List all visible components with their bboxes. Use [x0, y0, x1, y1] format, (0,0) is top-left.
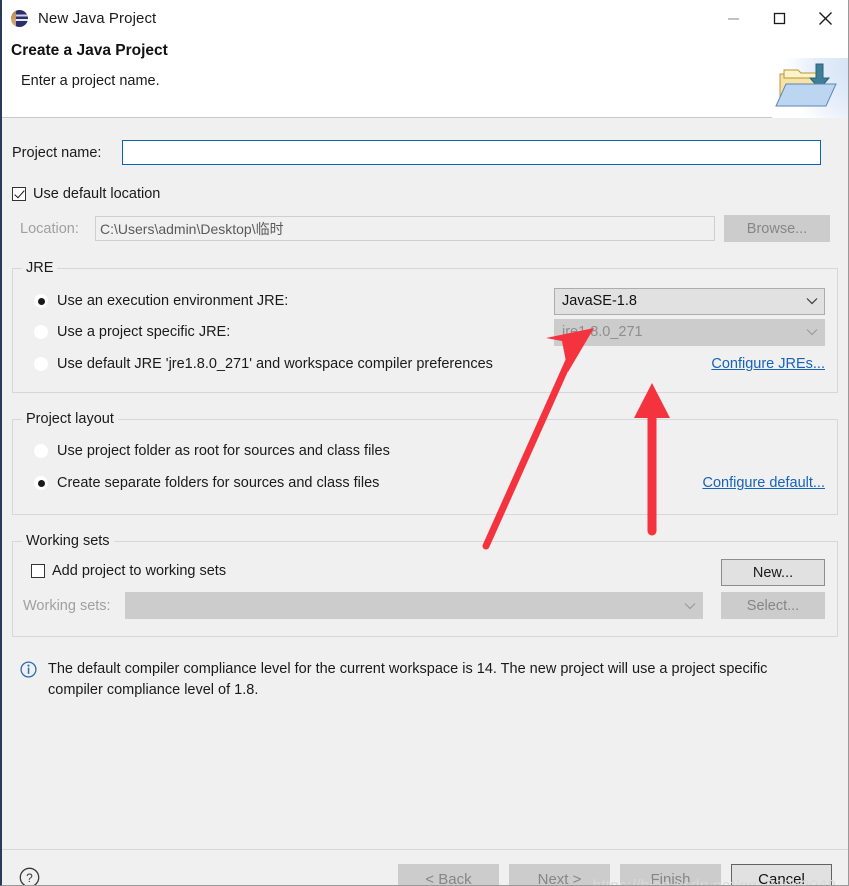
page-title: Create a Java Project: [11, 42, 168, 59]
eclipse-logo-icon: [11, 9, 28, 27]
jre-option-specific-radio[interactable]: [34, 325, 48, 339]
browse-button: Browse...: [724, 215, 830, 242]
working-sets-group-title: Working sets: [22, 533, 114, 549]
new-java-project-dialog: New Java Project Create a Java Project E…: [0, 0, 849, 886]
execution-environment-combo[interactable]: JavaSE-1.8: [554, 287, 825, 315]
layout-option-separate-radio[interactable]: [34, 476, 48, 490]
page-subtitle: Enter a project name.: [21, 73, 160, 89]
window-title: New Java Project: [38, 9, 157, 27]
working-sets-combo: [125, 592, 703, 619]
folder-import-icon: [772, 58, 848, 118]
location-label: Location:: [20, 220, 79, 237]
add-to-working-sets-row[interactable]: Add project to working sets New...: [13, 559, 837, 586]
layout-option-root-row[interactable]: Use project folder as root for sources a…: [13, 443, 837, 459]
layout-option-separate-row[interactable]: Create separate folders for sources and …: [13, 475, 837, 491]
use-default-location-checkbox[interactable]: [12, 187, 26, 201]
working-sets-label: Working sets:: [23, 597, 111, 614]
project-name-row: Project name:: [12, 140, 838, 165]
info-message-text: The default compiler compliance level fo…: [48, 661, 768, 698]
location-row: Location: Browse...: [12, 215, 838, 242]
jre-option-default-label: Use default JRE 'jre1.8.0_271' and works…: [57, 356, 493, 372]
title-bar: New Java Project: [2, 0, 848, 36]
specific-jre-value: jre1.8.0_271: [562, 324, 643, 340]
jre-option-execution-env-radio[interactable]: [34, 294, 48, 308]
minimize-icon[interactable]: [710, 0, 756, 36]
jre-option-default-row[interactable]: Use default JRE 'jre1.8.0_271' and works…: [13, 356, 837, 372]
info-icon: [20, 661, 37, 701]
add-to-working-sets-checkbox[interactable]: [31, 564, 45, 578]
jre-option-default-radio[interactable]: [34, 357, 48, 371]
back-button: < Back: [398, 864, 499, 885]
dialog-body: Project name: Use default location Locat…: [2, 140, 848, 849]
close-icon[interactable]: [802, 0, 848, 36]
maximize-icon[interactable]: [756, 0, 802, 36]
info-message: The default compiler compliance level fo…: [12, 659, 838, 701]
cancel-button[interactable]: Cancel: [731, 864, 832, 885]
jre-group: JRE Use an execution environment JRE: Ja…: [12, 260, 838, 393]
project-name-label: Project name:: [12, 144, 102, 161]
project-name-input[interactable]: [122, 140, 821, 165]
next-button: Next >: [509, 864, 610, 885]
footer-buttons: < Back Next > Finish Cancel: [398, 864, 832, 885]
working-sets-row: Working sets: Select...: [13, 592, 837, 619]
finish-button: Finish: [620, 864, 721, 885]
configure-jres-link[interactable]: Configure JREs...: [711, 356, 825, 372]
project-layout-group: Project layout Use project folder as roo…: [12, 411, 838, 515]
layout-option-root-label: Use project folder as root for sources a…: [57, 443, 390, 459]
jre-option-execution-env-label: Use an execution environment JRE:: [57, 293, 289, 309]
jre-option-specific-row[interactable]: Use a project specific JRE: jre1.8.0_271: [13, 318, 837, 346]
project-layout-group-title: Project layout: [22, 411, 118, 427]
location-input[interactable]: [95, 216, 715, 241]
working-sets-group: Working sets Add project to working sets…: [12, 533, 838, 637]
layout-option-separate-label: Create separate folders for sources and …: [57, 475, 380, 491]
dialog-footer: ? < Back Next > Finish Cancel https://bl…: [2, 849, 848, 885]
dialog-banner: Create a Java Project Enter a project na…: [2, 36, 848, 118]
window-controls: [710, 0, 848, 36]
specific-jre-combo: jre1.8.0_271: [554, 318, 825, 346]
layout-option-root-radio[interactable]: [34, 444, 48, 458]
help-icon[interactable]: ?: [19, 867, 40, 885]
use-default-location-row[interactable]: Use default location: [12, 186, 838, 202]
svg-text:?: ?: [26, 871, 33, 885]
jre-option-specific-label: Use a project specific JRE:: [57, 324, 231, 340]
use-default-location-label: Use default location: [33, 186, 161, 202]
chevron-down-icon: [684, 598, 696, 614]
chevron-down-icon: [806, 324, 818, 340]
new-working-set-button[interactable]: New...: [721, 559, 825, 586]
configure-default-link[interactable]: Configure default...: [702, 475, 825, 491]
add-to-working-sets-label: Add project to working sets: [52, 563, 227, 579]
chevron-down-icon: [806, 293, 818, 309]
select-working-set-button: Select...: [721, 592, 825, 619]
jre-option-execution-env-row[interactable]: Use an execution environment JRE: JavaSE…: [13, 287, 837, 315]
jre-group-title: JRE: [22, 260, 58, 276]
execution-environment-value: JavaSE-1.8: [562, 293, 637, 309]
